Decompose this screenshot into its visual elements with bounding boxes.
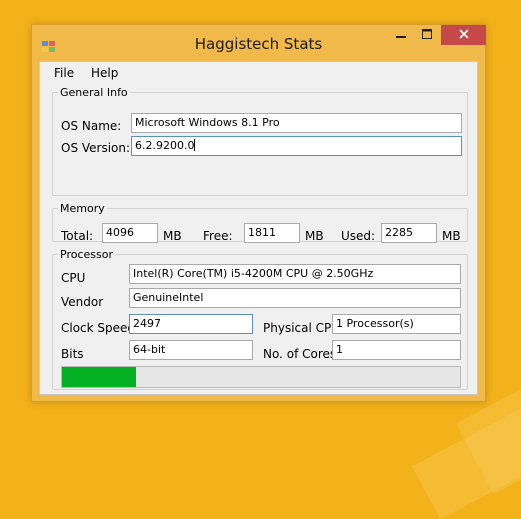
text-caret	[194, 139, 196, 151]
vendor-label: Vendor	[61, 295, 104, 309]
total-unit: MB	[163, 229, 182, 243]
clock-speed-field[interactable]: 2497	[129, 314, 253, 334]
maximize-icon	[422, 28, 432, 42]
os-version-value: 6.2.9200.0	[135, 139, 195, 152]
os-version-label: OS Version:	[61, 141, 131, 155]
close-icon	[458, 27, 469, 43]
minimize-icon	[396, 28, 406, 42]
general-info-title: General Info	[60, 86, 128, 99]
menu-help[interactable]: Help	[91, 66, 118, 80]
processor-group: Processor CPU Intel(R) Core(TM) i5-4200M…	[52, 248, 468, 390]
app-window: Haggistech Stats File Help General Info …	[31, 24, 486, 402]
vendor-field[interactable]: GenuineIntel	[129, 288, 461, 308]
close-button[interactable]	[441, 25, 486, 45]
progress-fill	[62, 367, 136, 387]
processor-title: Processor	[60, 248, 113, 261]
maximize-button[interactable]	[414, 25, 440, 45]
memory-title: Memory	[60, 202, 105, 215]
cores-field[interactable]: 1	[332, 340, 461, 360]
total-field[interactable]: 4096	[102, 223, 158, 243]
physical-cpu-field[interactable]: 1 Processor(s)	[332, 314, 461, 334]
cores-label: No. of Cores	[263, 347, 337, 361]
os-name-field[interactable]: Microsoft Windows 8.1 Pro	[131, 113, 462, 133]
used-label: Used:	[341, 229, 376, 243]
used-field[interactable]: 2285	[381, 223, 437, 243]
os-name-label: OS Name:	[61, 119, 122, 133]
minimize-button[interactable]	[388, 25, 414, 45]
memory-group: Memory Total: 4096 MB Free: 1811 MB Used…	[52, 202, 468, 243]
free-label: Free:	[203, 229, 233, 243]
used-unit: MB	[442, 229, 461, 243]
total-label: Total:	[61, 229, 94, 243]
cpu-field[interactable]: Intel(R) Core(TM) i5-4200M CPU @ 2.50GHz	[129, 264, 461, 284]
client-area: File Help General Info OS Name: Microsof…	[39, 61, 478, 395]
os-version-field[interactable]: 6.2.9200.0	[131, 136, 462, 156]
bits-field[interactable]: 64-bit	[129, 340, 253, 360]
cpu-label: CPU	[61, 271, 86, 285]
bits-label: Bits	[61, 347, 84, 361]
free-unit: MB	[305, 229, 324, 243]
menu-file[interactable]: File	[54, 66, 74, 80]
title-bar[interactable]: Haggistech Stats	[32, 25, 486, 61]
general-info-group: General Info OS Name: Microsoft Windows …	[52, 86, 468, 196]
cpu-load-progress-bar	[61, 366, 461, 388]
clock-speed-label: Clock Speed	[61, 321, 136, 335]
menu-bar: File Help	[40, 62, 477, 84]
free-field[interactable]: 1811	[244, 223, 300, 243]
